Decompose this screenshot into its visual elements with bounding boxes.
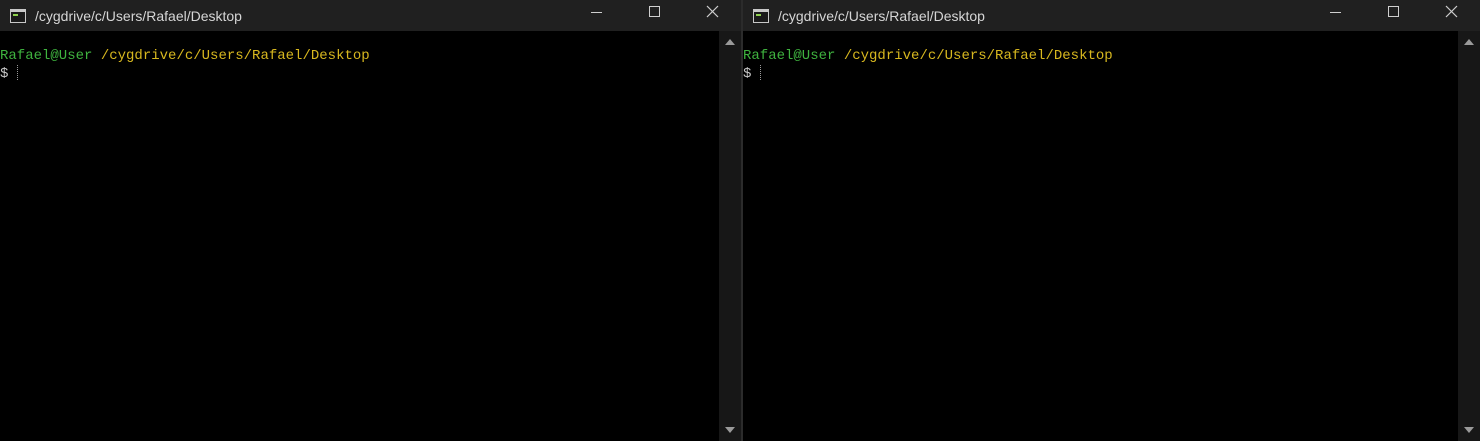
prompt-symbol: $	[0, 66, 9, 82]
terminal-window-left[interactable]: /cygdrive/c/Users/Rafael/Desktop Rafael@…	[0, 0, 741, 441]
prompt-path: /cygdrive/c/Users/Rafael/Desktop	[843, 48, 1113, 64]
close-button[interactable]	[1422, 0, 1480, 31]
minimize-icon	[1330, 12, 1341, 13]
maximize-icon	[649, 6, 660, 17]
minimize-icon	[591, 12, 602, 13]
close-icon	[1445, 5, 1458, 18]
text-cursor	[17, 65, 19, 80]
close-icon	[706, 5, 719, 18]
window-title: /cygdrive/c/Users/Rafael/Desktop	[35, 7, 242, 24]
scroll-up-arrow-icon[interactable]	[725, 39, 735, 45]
terminal-icon[interactable]	[10, 8, 26, 23]
maximize-button[interactable]	[1364, 0, 1422, 31]
minimize-button[interactable]	[1306, 0, 1364, 31]
terminal-output[interactable]: Rafael@User /cygdrive/c/Users/Rafael/Des…	[0, 31, 719, 441]
scroll-up-arrow-icon[interactable]	[1464, 39, 1474, 45]
text-cursor	[760, 65, 762, 80]
vertical-scrollbar[interactable]	[719, 31, 741, 441]
close-button[interactable]	[683, 0, 741, 31]
terminal-icon[interactable]	[753, 8, 769, 23]
vertical-scrollbar[interactable]	[1458, 31, 1480, 441]
terminal-output[interactable]: Rafael@User /cygdrive/c/Users/Rafael/Des…	[743, 31, 1458, 441]
maximize-button[interactable]	[625, 0, 683, 31]
title-bar[interactable]: /cygdrive/c/Users/Rafael/Desktop	[743, 0, 1480, 31]
window-controls	[567, 0, 741, 31]
prompt-path: /cygdrive/c/Users/Rafael/Desktop	[100, 48, 370, 64]
minimize-button[interactable]	[567, 0, 625, 31]
window-title: /cygdrive/c/Users/Rafael/Desktop	[778, 7, 985, 24]
prompt-user: Rafael@User	[743, 48, 836, 64]
prompt-symbol: $	[743, 66, 752, 82]
maximize-icon	[1388, 6, 1399, 17]
scroll-down-arrow-icon[interactable]	[1464, 427, 1474, 433]
window-controls	[1306, 0, 1480, 31]
prompt-user: Rafael@User	[0, 48, 93, 64]
terminal-window-right[interactable]: /cygdrive/c/Users/Rafael/Desktop Rafael@…	[743, 0, 1480, 441]
title-bar[interactable]: /cygdrive/c/Users/Rafael/Desktop	[0, 0, 741, 31]
scroll-down-arrow-icon[interactable]	[725, 427, 735, 433]
